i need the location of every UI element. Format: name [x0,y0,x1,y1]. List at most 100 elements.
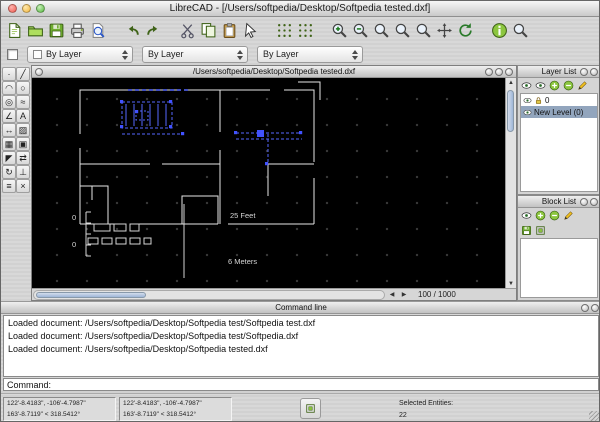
relative-polar-value: 163'-8.7119" < 318.5412° [123,410,197,418]
pen-width-select[interactable]: By Layer [142,45,248,63]
document-close-button[interactable] [505,67,513,76]
document-minimize-button[interactable] [485,67,493,76]
undo-button[interactable] [122,18,143,42]
redraw-button[interactable] [455,18,476,42]
close-command-panel-button[interactable] [591,303,599,312]
scroll-left-icon[interactable]: ◀ [386,289,398,301]
block-panel-titlebar[interactable]: Block List [518,196,599,208]
layer-row-new-level[interactable]: New Level (0) [521,106,597,118]
pen-linetype-select[interactable]: By Layer [257,45,363,63]
document-menu-button[interactable] [35,67,43,76]
command-history[interactable]: Loaded document: /Users/softpedia/Deskto… [3,315,599,377]
save-block-button[interactable] [520,224,533,237]
command-input[interactable] [55,379,595,390]
minimize-window-button[interactable] [22,4,31,13]
text-tool-button[interactable]: A [16,109,30,123]
redo-button[interactable] [143,18,164,42]
close-window-button[interactable] [8,4,17,13]
add-block-button[interactable] [534,209,547,222]
horizontal-scroll-thumb[interactable] [36,291,146,298]
layer-list[interactable]: 0 New Level (0) [520,93,598,192]
open-file-button[interactable] [25,18,46,42]
float-block-panel-button[interactable] [580,197,588,206]
window-titlebar[interactable]: LibreCAD - [/Users/softpedia/Desktop/Sof… [1,1,599,17]
block-list[interactable] [520,238,598,298]
cut-button[interactable] [177,18,198,42]
zoom-pan-button[interactable] [434,18,455,42]
vertical-scroll-thumb[interactable] [507,90,514,132]
hatch-tool-button[interactable]: ▨ [16,123,30,137]
layer-row-0[interactable]: 0 [521,94,597,106]
pen-color-swatch[interactable] [7,48,18,60]
print-preview-button[interactable] [88,18,109,42]
draft-mode-button[interactable] [295,18,316,42]
point-tool-button[interactable]: · [2,67,16,81]
zoom-previous-button[interactable] [392,18,413,42]
measure-button[interactable] [510,18,531,42]
select-tool-button[interactable]: ◤ [2,151,16,165]
block-icon [535,225,546,236]
paste-button[interactable] [219,18,240,42]
command-panel-titlebar[interactable]: Command line [1,302,599,314]
zoom-out-button[interactable] [350,18,371,42]
rotate-tool-button[interactable]: ↻ [2,165,16,179]
circle-tool-button[interactable]: ○ [16,81,30,95]
toggle-layer-visibility-button[interactable] [534,79,547,92]
layer-lock-icon[interactable] [534,96,543,105]
remove-layer-button[interactable] [562,79,575,92]
drawing-canvas[interactable]: 0 0 25 Feet 6 Meters [32,78,507,290]
spline-tool-button[interactable]: ≈ [16,95,30,109]
close-layer-panel-button[interactable] [590,67,598,76]
ellipse-tool-button[interactable]: ◎ [2,95,16,109]
delete-icon: × [20,180,26,191]
toggle-all-blocks-visibility-button[interactable] [520,209,533,222]
circle-icon: ○ [20,82,26,93]
move-tool-button[interactable]: ⇄ [16,151,30,165]
dimension-tool-button[interactable]: ↔ [2,123,16,137]
float-layer-panel-button[interactable] [580,67,588,76]
line-tool-button[interactable]: ╱ [16,67,30,81]
document-titlebar[interactable]: /Users/softpedia/Desktop/Softpedia teste… [32,66,516,78]
polyline-tool-button[interactable]: ∠ [2,109,16,123]
pen-color-select[interactable]: By Layer [27,45,133,63]
layer-visibility-icon[interactable] [523,108,532,117]
scroll-up-icon[interactable]: ▲ [506,78,516,89]
snap-settings-button[interactable] [300,398,321,419]
print-icon [69,22,86,39]
layer-panel-titlebar[interactable]: Layer List [518,66,599,78]
copy-button[interactable] [198,18,219,42]
print-button[interactable] [67,18,88,42]
grid-toggle-button[interactable] [274,18,295,42]
toggle-all-layers-visibility-button[interactable] [520,79,533,92]
zoom-auto-button[interactable] [371,18,392,42]
scale-zero-bottom-label: 0 [72,240,76,249]
resize-grip[interactable] [589,411,599,421]
scroll-right-icon[interactable]: ▶ [398,289,410,301]
zoom-in-button[interactable] [329,18,350,42]
zoom-window-button[interactable] [413,18,434,42]
selection-pointer-button[interactable] [240,18,261,42]
delete-tool-button[interactable]: × [16,179,30,193]
info-button[interactable] [489,18,510,42]
measure-tool-button[interactable]: ≡ [2,179,16,193]
insert-block-button[interactable] [534,224,547,237]
edit-layer-button[interactable] [576,79,589,92]
zoom-window-button[interactable] [36,4,45,13]
document-restore-button[interactable] [495,67,503,76]
trim-tool-button[interactable]: ⊥ [16,165,30,179]
layer-visibility-icon[interactable] [523,96,532,105]
float-command-panel-button[interactable] [581,303,589,312]
command-panel-title: Command line [275,303,327,312]
image-tool-button[interactable]: ▦ [2,137,16,151]
horizontal-scrollbar[interactable] [33,289,385,300]
block-tool-button[interactable]: ▣ [16,137,30,151]
vertical-scrollbar[interactable]: ▲ ▼ [505,78,516,290]
arc-tool-button[interactable]: ◠ [2,81,16,95]
add-layer-button[interactable] [548,79,561,92]
selected-entities[interactable] [120,89,303,166]
remove-block-button[interactable] [548,209,561,222]
edit-block-button[interactable] [562,209,575,222]
save-button[interactable] [46,18,67,42]
close-block-panel-button[interactable] [590,197,598,206]
new-file-button[interactable] [4,18,25,42]
